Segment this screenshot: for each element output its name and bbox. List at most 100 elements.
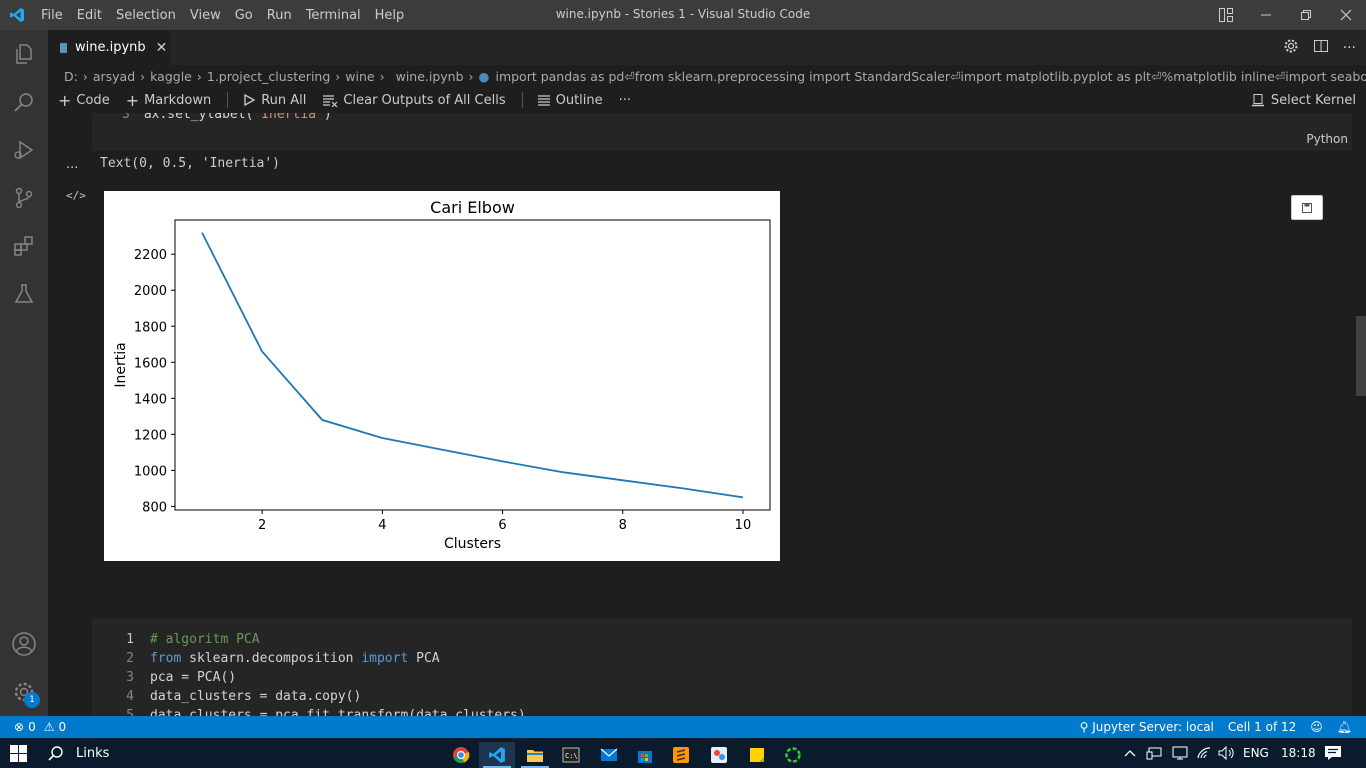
cell-language-label[interactable]: Python bbox=[1306, 132, 1348, 146]
run-all-button[interactable]: Run All bbox=[242, 93, 306, 108]
breadcrumb-kaggle[interactable]: kaggle bbox=[150, 69, 192, 84]
jupyter-server-status[interactable]: ⚲ Jupyter Server: local bbox=[1080, 720, 1214, 734]
breadcrumb-drive[interactable]: D: bbox=[64, 69, 78, 84]
tab-bar: wine.ipynb ✕ ··· bbox=[48, 30, 1366, 65]
python-icon: ● bbox=[478, 68, 490, 84]
system-tray-device-icon[interactable] bbox=[1146, 738, 1162, 768]
minimize-icon[interactable] bbox=[1246, 0, 1286, 30]
editor-actions: ··· bbox=[1283, 30, 1356, 65]
code-text: data_clusters = data.copy() bbox=[150, 689, 362, 704]
notebook-settings-gear-icon[interactable] bbox=[1283, 38, 1299, 58]
plug-icon: ⚲ bbox=[1079, 720, 1093, 734]
source-control-icon[interactable] bbox=[0, 174, 48, 222]
run-debug-icon[interactable] bbox=[0, 126, 48, 174]
close-tab-icon[interactable]: ✕ bbox=[156, 40, 168, 56]
sticky-notes-icon[interactable] bbox=[739, 742, 775, 768]
more-actions-icon[interactable]: ··· bbox=[1343, 40, 1356, 56]
error-icon: ⊗ bbox=[14, 720, 25, 734]
line-number: 1 bbox=[126, 632, 134, 647]
search-icon[interactable] bbox=[0, 78, 48, 126]
menu-edit[interactable]: Edit bbox=[70, 8, 109, 23]
menu-run[interactable]: Run bbox=[260, 8, 299, 23]
layout-icon[interactable] bbox=[1206, 0, 1246, 30]
input-language[interactable]: ENG bbox=[1243, 738, 1269, 768]
window-controls bbox=[1206, 0, 1366, 30]
cell-position-status[interactable]: Cell 1 of 12 bbox=[1228, 720, 1296, 734]
select-kernel-button[interactable]: Select Kernel bbox=[1251, 87, 1356, 113]
add-markdown-cell-button[interactable]: + Markdown bbox=[126, 91, 212, 110]
menu-view[interactable]: View bbox=[183, 8, 228, 23]
taskbar-search[interactable]: Links bbox=[48, 738, 109, 768]
notifications-bell-icon[interactable]: 🔔︎ bbox=[1337, 720, 1352, 734]
y-tick-label: 800 bbox=[142, 500, 167, 515]
y-tick-label: 1000 bbox=[134, 464, 167, 479]
y-tick-label: 1600 bbox=[134, 356, 167, 371]
testing-icon[interactable] bbox=[0, 270, 48, 318]
code-line: 3 pca = PCA() bbox=[92, 670, 236, 689]
chrome-icon[interactable] bbox=[443, 742, 479, 768]
notebook-file-icon bbox=[60, 42, 67, 53]
breadcrumb-symbol[interactable]: import pandas as pd⏎from sklearn.preproc… bbox=[495, 69, 1366, 84]
y-tick-label: 1200 bbox=[134, 428, 167, 443]
menu-selection[interactable]: Selection bbox=[109, 8, 183, 23]
menu-terminal[interactable]: Terminal bbox=[299, 8, 368, 23]
svg-text:C:\: C:\ bbox=[565, 752, 578, 760]
clear-outputs-button[interactable]: Clear Outputs of All Cells bbox=[322, 93, 506, 108]
status-bar: ⊗ 0 ⚠ 0 ⚲ Jupyter Server: local Cell 1 of … bbox=[0, 716, 1366, 738]
chart-title: Cari Elbow bbox=[430, 198, 515, 217]
restore-icon[interactable] bbox=[1286, 0, 1326, 30]
problems-status[interactable]: ⊗ 0 ⚠ 0 bbox=[14, 716, 66, 738]
tab-wine-ipynb[interactable]: wine.ipynb ✕ bbox=[48, 30, 170, 65]
plus-icon: + bbox=[58, 90, 72, 110]
split-editor-icon[interactable] bbox=[1313, 38, 1329, 58]
mail-icon[interactable] bbox=[591, 742, 627, 768]
save-image-button[interactable] bbox=[1291, 195, 1323, 220]
previous-code-cell[interactable]: 3 ax.set_ylabel('Inertia') Python bbox=[92, 113, 1352, 151]
network-status-icon[interactable] bbox=[1172, 738, 1188, 768]
vscode-taskbar-icon[interactable] bbox=[479, 742, 515, 768]
line-number: 3 bbox=[126, 670, 134, 685]
volume-icon[interactable] bbox=[1218, 738, 1236, 768]
menu-go[interactable]: Go bbox=[228, 8, 260, 23]
warning-icon: ⚠ bbox=[43, 720, 55, 734]
tab-label: wine.ipynb bbox=[75, 40, 146, 55]
file-explorer-icon[interactable] bbox=[517, 742, 553, 768]
line-number: 4 bbox=[126, 689, 134, 704]
store-icon[interactable] bbox=[627, 742, 663, 768]
inertia-line bbox=[201, 232, 744, 499]
loading-app-icon[interactable] bbox=[775, 742, 811, 768]
breadcrumb-project-clustering[interactable]: 1.project_clustering bbox=[207, 69, 330, 84]
outline-button[interactable]: Outline bbox=[537, 93, 603, 108]
plot-frame bbox=[174, 219, 771, 511]
menu-file[interactable]: File bbox=[34, 8, 70, 23]
breadcrumb-wine-folder[interactable]: wine bbox=[345, 69, 374, 84]
terminal-icon[interactable]: C:\ bbox=[553, 742, 589, 768]
breadcrumb-file[interactable]: wine.ipynb bbox=[396, 69, 464, 84]
toolbar-more-button[interactable]: ··· bbox=[619, 93, 631, 108]
breadcrumb-arsyad[interactable]: arsyad bbox=[93, 69, 135, 84]
clock[interactable]: 18:18 bbox=[1281, 738, 1316, 768]
vscode-logo-icon bbox=[0, 0, 34, 30]
explorer-icon[interactable] bbox=[0, 30, 48, 78]
feedback-icon[interactable]: ☺ bbox=[1310, 720, 1323, 734]
y-axis-label: Inertia bbox=[113, 342, 129, 387]
notebook-editor: 3 ax.set_ylabel('Inertia') Python ... Tex… bbox=[48, 113, 1366, 716]
editor-scrollbar[interactable] bbox=[1356, 316, 1366, 396]
extensions-icon[interactable] bbox=[0, 222, 48, 270]
code-line: 5 data_clusters = pca.fit_transform(data_… bbox=[92, 708, 526, 716]
close-window-icon[interactable] bbox=[1326, 0, 1366, 30]
paint-icon[interactable] bbox=[701, 742, 737, 768]
menu-help[interactable]: Help bbox=[368, 8, 412, 23]
accounts-icon[interactable] bbox=[0, 620, 48, 668]
show-hidden-icons-icon[interactable] bbox=[1124, 738, 1136, 768]
output-more-icon[interactable]: ... bbox=[66, 157, 78, 172]
plus-icon: + bbox=[125, 90, 140, 110]
action-center-icon[interactable] bbox=[1324, 738, 1342, 768]
output-mimetype-icon[interactable]: </> bbox=[66, 189, 86, 202]
wifi-icon[interactable] bbox=[1196, 738, 1212, 768]
manage-gear-icon[interactable]: 1 bbox=[0, 668, 48, 716]
windows-start-icon[interactable] bbox=[10, 738, 27, 768]
pca-code-cell[interactable]: 1 # algoritm PCA 2 from sklearn.decompositi… bbox=[92, 618, 1352, 716]
add-code-cell-button[interactable]: + Code bbox=[58, 91, 110, 110]
sublime-icon[interactable] bbox=[663, 742, 699, 768]
